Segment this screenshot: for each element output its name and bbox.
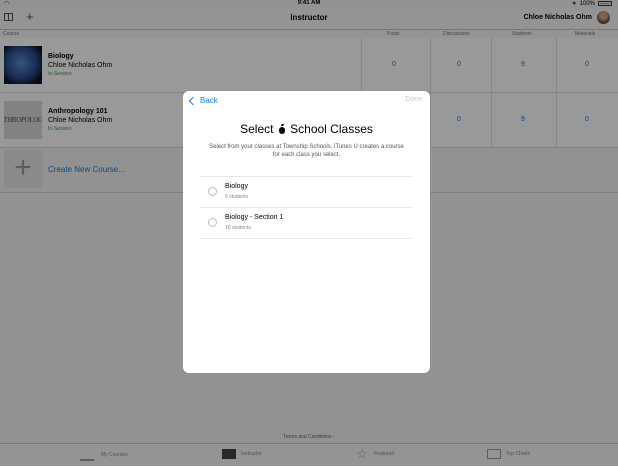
chevron-left-icon — [188, 96, 198, 105]
radio-button[interactable] — [208, 218, 217, 227]
class-list: Biology 9 students Biology - Section 1 1… — [200, 176, 412, 239]
back-button[interactable]: Back — [188, 96, 218, 105]
modal-description: Select from your classes at Township Sch… — [209, 144, 404, 158]
modal-title: Select School Classes — [240, 122, 373, 136]
done-button[interactable]: Done — [405, 96, 422, 103]
select-classes-modal: Back Done Select School Classes Select f… — [183, 91, 430, 373]
class-option-biology[interactable]: Biology 9 students — [200, 177, 412, 208]
class-option-biology-section-1[interactable]: Biology - Section 1 16 students — [200, 208, 412, 239]
class-student-count: 16 students — [225, 225, 251, 231]
class-name: Biology — [225, 183, 248, 190]
class-name: Biology - Section 1 — [225, 214, 284, 221]
apple-logo-icon — [278, 124, 285, 134]
class-student-count: 9 students — [225, 194, 249, 200]
radio-button[interactable] — [208, 187, 217, 196]
